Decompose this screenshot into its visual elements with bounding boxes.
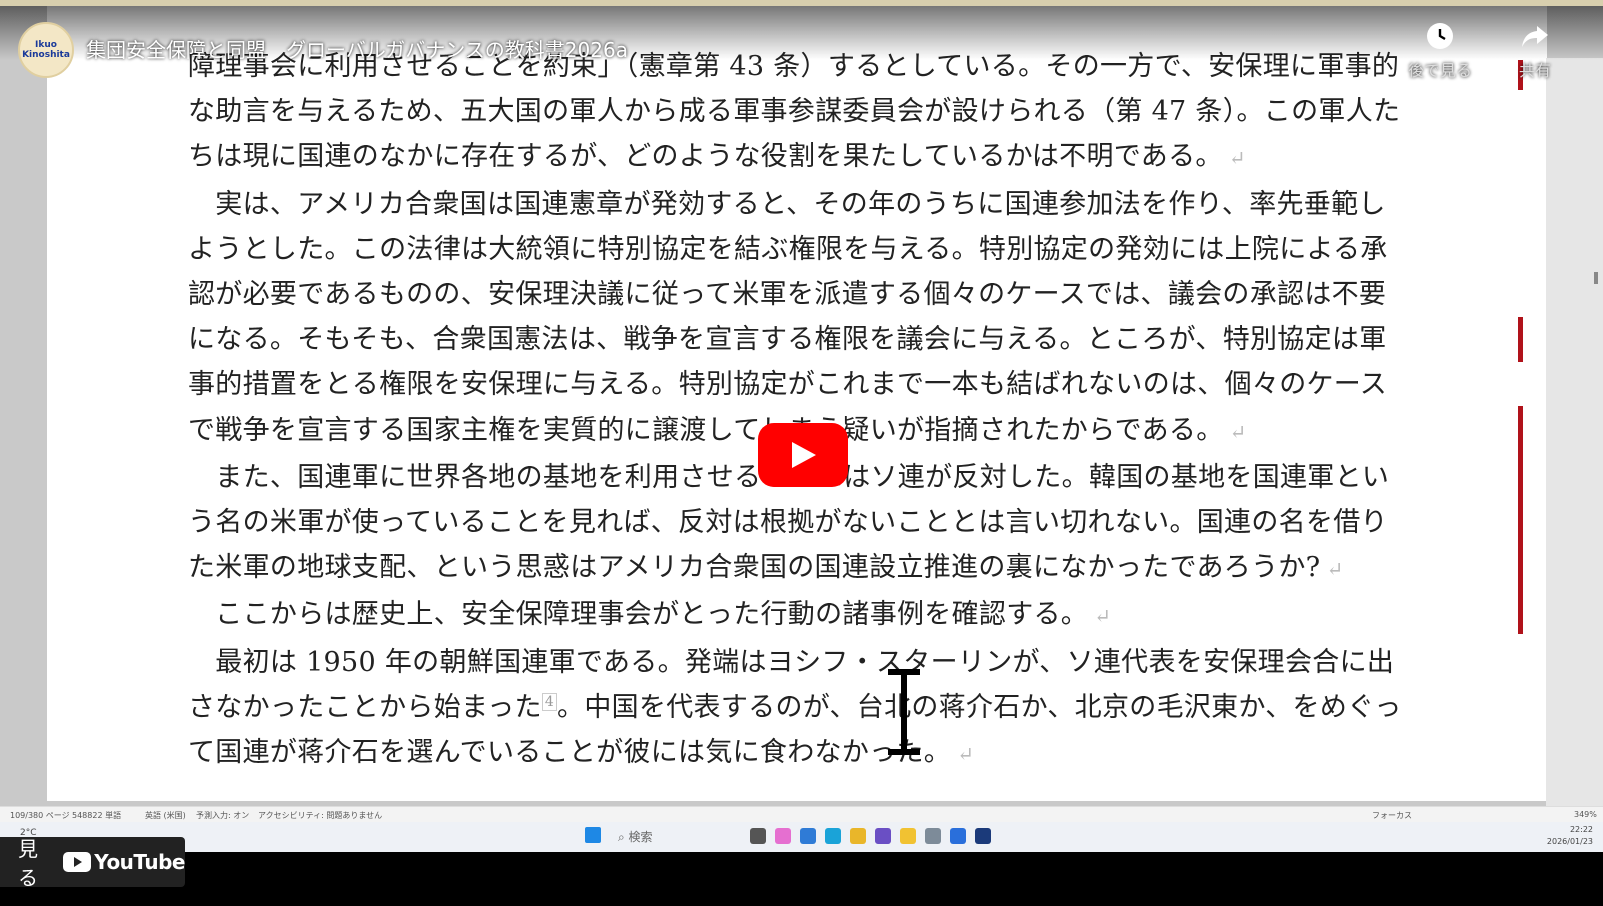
chrome-icon[interactable] xyxy=(850,828,866,844)
predict-input[interactable]: 予測入力: オン xyxy=(196,810,249,821)
language[interactable]: 英語 (米国) xyxy=(145,810,186,821)
play-button[interactable] xyxy=(758,423,848,487)
clock-icon xyxy=(1405,22,1475,57)
watch-label: 見る xyxy=(18,837,38,890)
word-count[interactable]: 548822 単語 xyxy=(72,810,121,821)
doc-line: ここからは歴史上、安全保障理事会がとった行動の諸事例を確認する。 ↵ xyxy=(188,599,1112,631)
search-placeholder: 検索 xyxy=(628,830,653,844)
focus-mode[interactable]: フォーカス xyxy=(1372,810,1412,821)
scrollbar[interactable] xyxy=(1546,58,1603,806)
accessibility-status[interactable]: アクセシビリティ: 問題ありません xyxy=(258,810,382,821)
channel-avatar[interactable]: Ikuo Kinoshita xyxy=(18,22,74,78)
youtube-logo: YouTube xyxy=(63,850,185,874)
date: 2026/01/23 xyxy=(1546,837,1593,846)
doc-line: う名の米軍が使っていることを見れば、反対は根拠がないこととは言い切れない。国連の… xyxy=(188,507,1388,539)
doc-line: た米軍の地球支配、という思惑はアメリカ合衆国の国連設立推進の裏になかったであろう… xyxy=(188,552,1344,584)
edge-icon[interactable] xyxy=(825,828,841,844)
paragraph-mark: ↵ xyxy=(1228,146,1246,171)
start-icon[interactable] xyxy=(585,827,601,843)
clock[interactable]: 22:22 2026/01/23 xyxy=(1547,824,1593,848)
watch-later-label: 後で見る xyxy=(1407,61,1472,80)
doc-line: 最初は 1950 年の朝鮮国連軍である。発端はヨシフ・スターリンが、ソ連代表を安… xyxy=(188,646,1395,678)
doc-line: ちは現に国連のなかに存在するが、どのような役割を果たしているかは不明である。 ↵ xyxy=(188,141,1246,173)
document-text[interactable]: 障理事会に利用させることを約束」（憲章第 43 条）するとしている。その一方で、… xyxy=(188,44,1478,777)
doc-line: 実は、アメリカ合衆国は国連憲章が発効すると、その年のうちに国連参加法を作り、率先… xyxy=(188,188,1386,220)
share-button[interactable]: 共有 xyxy=(1500,22,1570,81)
app-icon[interactable] xyxy=(800,828,816,844)
share-label: 共有 xyxy=(1518,61,1551,80)
revision-bar xyxy=(1518,406,1523,634)
youtube-wordmark: YouTube xyxy=(94,850,185,874)
settings-icon[interactable] xyxy=(925,828,941,844)
watch-later-button[interactable]: 後で見る xyxy=(1405,22,1475,81)
share-icon xyxy=(1500,22,1570,57)
doc-line: ようとした。この法律は大統領に特別協定を結ぶ権限を与える。特別協定の発効には上院… xyxy=(188,233,1388,265)
doc-line: さなかったことから始まった 4 。中国を代表するのが、台北の蒋介石か、北京の毛沢東か… xyxy=(188,691,1402,723)
revision-bar xyxy=(1518,317,1523,362)
doc-line: 事的措置をとる権限を安保理に与える。特別協定がこれまで一本も結ばれないのは、個々… xyxy=(188,369,1388,401)
footnote-marker[interactable]: 4 xyxy=(541,692,558,711)
app-icon[interactable] xyxy=(775,828,791,844)
app-icon[interactable] xyxy=(975,828,991,844)
doc-line: て国連が蒋介石を選んでいることが彼には気に食わなかった。 ↵ xyxy=(188,737,975,769)
text-cursor-icon xyxy=(888,669,920,755)
channel-logo-text: Ikuo Kinoshita xyxy=(22,40,70,60)
taskbar-search[interactable]: ⌕ 検索 xyxy=(618,828,653,845)
paragraph-mark: ↵ xyxy=(1326,557,1344,582)
zoom-level[interactable]: 349% xyxy=(1574,810,1597,819)
scroll-thumb[interactable] xyxy=(1594,272,1598,284)
video-title[interactable]: 集団安全保障と同盟 グローバルガバナンスの教科書2026a xyxy=(86,34,628,63)
app-icon[interactable] xyxy=(750,828,766,844)
doc-line: になる。そもそも、合衆国憲法は、戦争を宣言する権限を議会に与える。ところが、特別… xyxy=(188,324,1387,356)
paragraph-mark: ↵ xyxy=(1094,604,1112,629)
watch-on-youtube-button[interactable]: 見る YouTube xyxy=(0,837,185,890)
page-count[interactable]: 109/380 ページ xyxy=(10,810,70,821)
folder-icon[interactable] xyxy=(900,828,916,844)
youtube-icon xyxy=(63,852,92,872)
word-icon[interactable] xyxy=(950,828,966,844)
doc-line: 認が必要であるものの、安保理決議に従って米軍を派遣する個々のケースでは、議会の承… xyxy=(188,279,1387,311)
paragraph-mark: ↵ xyxy=(1229,419,1247,444)
doc-line: な助言を与えるため、五大国の軍人から成る軍事参謀委員会が設けられる（第 47 条… xyxy=(188,96,1401,128)
word-status-bar: 109/380 ページ 548822 単語 英語 (米国) 予測入力: オン ア… xyxy=(0,806,1603,823)
video-player[interactable]: 障理事会に利用させることを約束」（憲章第 43 条）するとしている。その一方で、… xyxy=(0,0,1603,906)
taskbar-apps xyxy=(750,828,991,844)
windows-taskbar: 2°C ⌕ 検索 22:22 2026/01/23 xyxy=(0,822,1603,852)
teams-icon[interactable] xyxy=(875,828,891,844)
paragraph-mark: ↵ xyxy=(957,742,975,767)
time: 22:22 xyxy=(1569,825,1593,834)
